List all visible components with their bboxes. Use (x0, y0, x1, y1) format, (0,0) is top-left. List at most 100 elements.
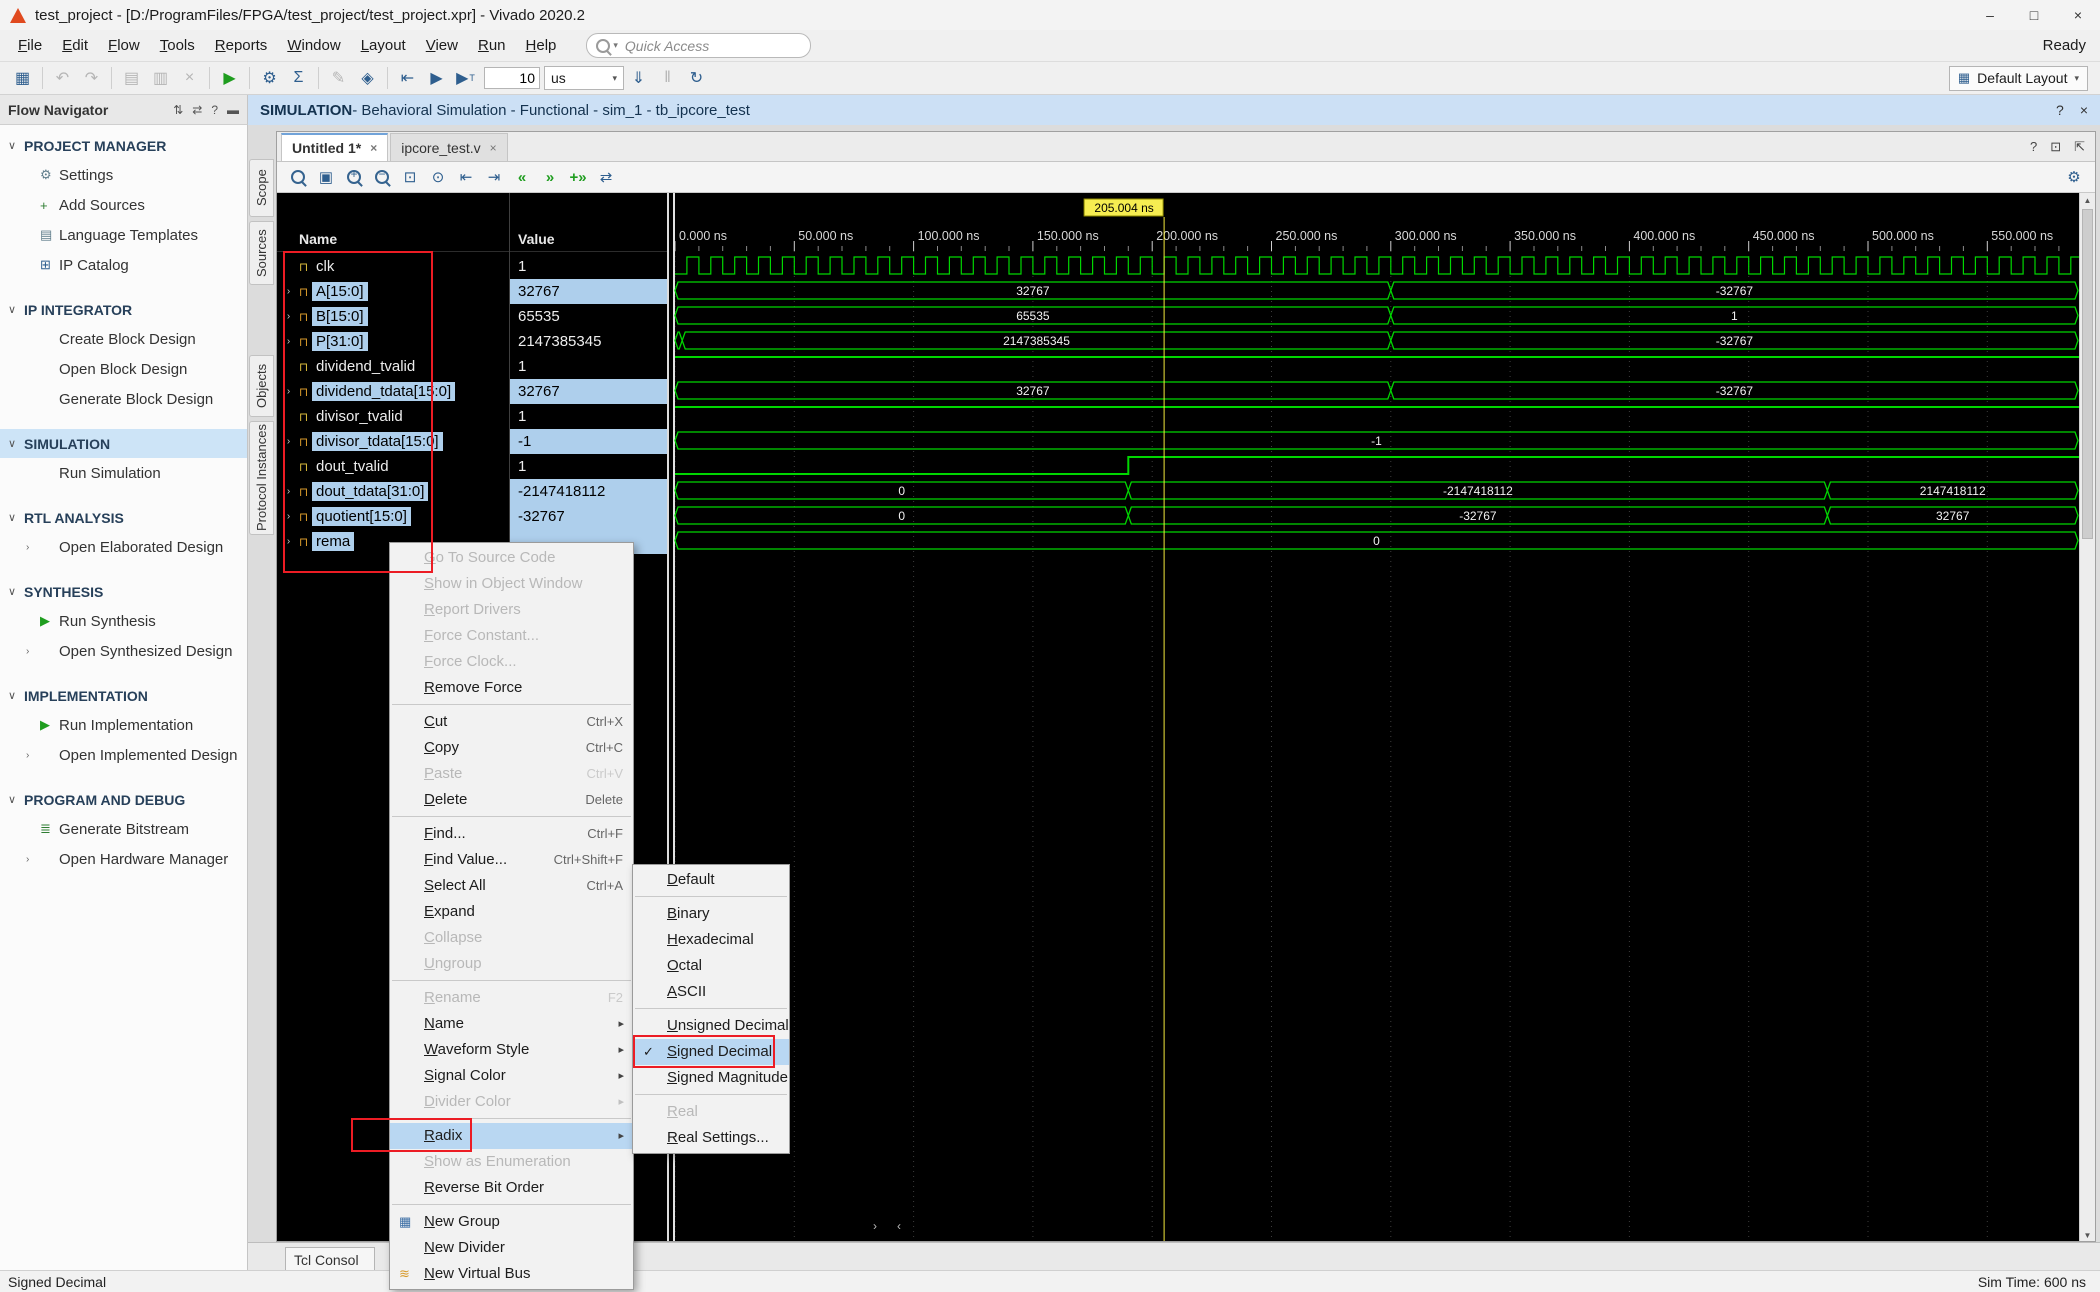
zoom-fit-icon[interactable]: ⊡ (397, 165, 423, 189)
close-button[interactable]: × (2056, 0, 2100, 30)
expander-icon[interactable]: › (282, 536, 295, 547)
flow-item-open-implemented-design[interactable]: ›Open Implemented Design (0, 740, 247, 770)
close-tab-icon[interactable]: × (370, 141, 377, 155)
previous-transition-icon[interactable]: « (509, 165, 535, 189)
minimize-button[interactable]: – (1968, 0, 2012, 30)
next-transition-icon[interactable]: » (537, 165, 563, 189)
signal-row-value-dout-tvalid[interactable]: 1 (510, 454, 667, 479)
flow-item-open-elaborated-design[interactable]: ›Open Elaborated Design (0, 532, 247, 562)
signal-row-value-clk[interactable]: 1 (510, 254, 667, 279)
menu-item-ascii[interactable]: ASCII (633, 979, 789, 1005)
signal-row-value-divisor-tdata-15-0[interactable]: -1 (510, 429, 667, 454)
float-window-icon[interactable]: ⊡ (2050, 139, 2061, 155)
name-column-header[interactable]: Name (277, 226, 509, 252)
scroll-up-icon[interactable]: ▲ (2080, 196, 2095, 205)
menu-item-unsigned-decimal[interactable]: Unsigned Decimal (633, 1013, 789, 1039)
flow-item-add-sources[interactable]: +Add Sources (0, 190, 247, 220)
menu-tools[interactable]: Tools (150, 30, 205, 62)
help-icon[interactable]: ? (2056, 102, 2064, 118)
zoom-in-icon[interactable]: + (341, 165, 367, 189)
run-all-icon[interactable]: ▶ (424, 65, 449, 91)
expander-icon[interactable]: › (282, 336, 295, 347)
side-tab-objects[interactable]: Objects (249, 355, 274, 417)
relaunch-icon[interactable]: ↻ (684, 65, 709, 91)
flow-section-rtl-analysis[interactable]: ∨RTL ANALYSIS (0, 503, 247, 532)
menu-item-remove-force[interactable]: Remove Force (390, 675, 633, 701)
go-to-end-icon[interactable]: ⇥ (481, 165, 507, 189)
signal-row-value-p-31-0[interactable]: 2147385345 (510, 329, 667, 354)
delete-icon[interactable]: × (177, 65, 202, 91)
menu-window[interactable]: Window (277, 30, 350, 62)
tab-tcl-console[interactable]: Tcl Consol (285, 1247, 375, 1271)
menu-view[interactable]: View (416, 30, 468, 62)
signal-row-name-divisor-tvalid[interactable]: ⊓divisor_tvalid (277, 404, 509, 429)
flow-item-run-simulation[interactable]: Run Simulation (0, 458, 247, 488)
signal-row-name-b-15-0[interactable]: ›⊓B[15:0] (277, 304, 509, 329)
menu-item-expand[interactable]: Expand (390, 899, 633, 925)
signal-row-value-dividend-tdata-15-0[interactable]: 32767 (510, 379, 667, 404)
find-icon[interactable] (285, 165, 311, 189)
menu-item-new-virtual-bus[interactable]: New Virtual Bus≋ (390, 1261, 633, 1287)
menu-item-cut[interactable]: CutCtrl+X (390, 709, 633, 735)
sum-icon[interactable]: Σ (286, 65, 311, 91)
menu-item-new-group[interactable]: New Group▦ (390, 1209, 633, 1235)
step-icon[interactable]: ⇓ (626, 65, 651, 91)
menu-item-hexadecimal[interactable]: Hexadecimal (633, 927, 789, 953)
signal-row-name-dividend-tdata-15-0[interactable]: ›⊓dividend_tdata[15:0] (277, 379, 509, 404)
expander-icon[interactable]: › (282, 436, 295, 447)
edit-icon[interactable]: ✎ (326, 65, 351, 91)
flow-item-ip-catalog[interactable]: ⊞IP Catalog (0, 250, 247, 280)
flow-section-simulation[interactable]: ∨SIMULATION (0, 429, 247, 458)
cursor-time-label[interactable]: 205.004 ns (1094, 201, 1153, 215)
pause-icon[interactable]: ‖ (655, 65, 680, 91)
flow-item-open-block-design[interactable]: Open Block Design (0, 354, 247, 384)
menu-reports[interactable]: Reports (205, 30, 278, 62)
expander-icon[interactable]: › (282, 286, 295, 297)
expander-icon[interactable]: › (282, 311, 295, 322)
run-for-time-icon[interactable]: ▶T (453, 65, 478, 91)
scroll-left-icon[interactable]: ‹ (897, 1219, 901, 1233)
menu-item-binary[interactable]: Binary (633, 901, 789, 927)
menu-item-signed-decimal[interactable]: Signed Decimal✓ (633, 1039, 789, 1065)
settings-icon[interactable]: ⚙ (2061, 165, 2087, 189)
menu-item-waveform-style[interactable]: Waveform Style▸ (390, 1037, 633, 1063)
signal-row-value-dout-tdata-31-0[interactable]: -2147418112 (510, 479, 667, 504)
menu-item-find[interactable]: Find...Ctrl+F (390, 821, 633, 847)
probe-icon[interactable]: ◈ (355, 65, 380, 91)
signal-row-value-b-15-0[interactable]: 65535 (510, 304, 667, 329)
help-icon[interactable]: ? (2030, 139, 2037, 155)
collapse-icon[interactable]: ▬ (227, 103, 239, 117)
menu-edit[interactable]: Edit (52, 30, 98, 62)
menu-item-copy[interactable]: CopyCtrl+C (390, 735, 633, 761)
menu-help[interactable]: Help (516, 30, 567, 62)
side-tab-scope[interactable]: Scope (249, 159, 274, 217)
paste-icon[interactable]: ▥ (148, 65, 173, 91)
menu-item-delete[interactable]: DeleteDelete (390, 787, 633, 813)
signal-row-name-clk[interactable]: ⊓clk (277, 254, 509, 279)
close-tab-icon[interactable]: × (490, 141, 497, 155)
value-column-header[interactable]: Value (510, 226, 667, 252)
scroll-down-icon[interactable]: ▼ (2080, 1231, 2095, 1240)
switch-icon[interactable]: ⇄ (192, 103, 202, 117)
signal-row-value-divisor-tvalid[interactable]: 1 (510, 404, 667, 429)
close-icon[interactable]: × (2080, 102, 2088, 118)
sort-icon[interactable]: ⇅ (173, 103, 183, 117)
help-icon[interactable]: ? (211, 103, 218, 117)
flow-section-ip-integrator[interactable]: ∨IP INTEGRATOR (0, 295, 247, 324)
zoom-out-icon[interactable]: − (369, 165, 395, 189)
vertical-scrollbar[interactable]: ▲ ▼ (2079, 193, 2095, 1242)
run-icon[interactable]: ▶ (217, 65, 242, 91)
flow-section-implementation[interactable]: ∨IMPLEMENTATION (0, 681, 247, 710)
maximize-button[interactable]: □ (2012, 0, 2056, 30)
side-tab-sources[interactable]: Sources (249, 221, 274, 285)
flow-item-run-implementation[interactable]: ▶Run Implementation (0, 710, 247, 740)
tab-ipcore-test-v[interactable]: ipcore_test.v× (390, 133, 507, 161)
flow-section-synthesis[interactable]: ∨SYNTHESIS (0, 577, 247, 606)
flow-item-generate-block-design[interactable]: Generate Block Design (0, 384, 247, 414)
flow-item-generate-bitstream[interactable]: ≣Generate Bitstream (0, 814, 247, 844)
zoom-to-cursor-icon[interactable]: ⊙ (425, 165, 451, 189)
maximize-pane-icon[interactable]: ⇱ (2074, 139, 2085, 155)
open-project-icon[interactable]: ▦ (10, 65, 35, 91)
signal-row-name-dividend-tvalid[interactable]: ⊓dividend_tvalid (277, 354, 509, 379)
signal-row-value-dividend-tvalid[interactable]: 1 (510, 354, 667, 379)
